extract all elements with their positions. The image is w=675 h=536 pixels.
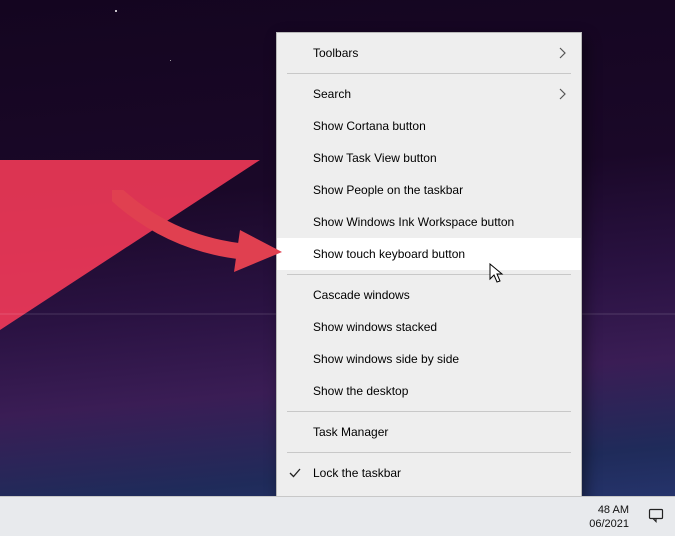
star-decoration	[115, 10, 117, 12]
action-center-icon[interactable]	[643, 507, 669, 526]
clock-time: 48 AM	[589, 503, 629, 517]
taskbar-clock[interactable]: 48 AM 06/2021	[583, 503, 635, 531]
menu-item-label: Show the desktop	[313, 384, 408, 398]
menu-item-ink-workspace[interactable]: Show Windows Ink Workspace button	[277, 206, 581, 238]
menu-item-cortana[interactable]: Show Cortana button	[277, 110, 581, 142]
chevron-right-icon	[559, 88, 567, 100]
chevron-right-icon	[559, 47, 567, 59]
desktop: Toolbars Search Show Cortana button Show…	[0, 0, 675, 536]
menu-item-label: Show Cortana button	[313, 119, 426, 133]
wallpaper-light-ray	[0, 160, 260, 330]
menu-item-side-by-side[interactable]: Show windows side by side	[277, 343, 581, 375]
star-decoration	[170, 60, 171, 61]
menu-item-people[interactable]: Show People on the taskbar	[277, 174, 581, 206]
menu-item-label: Show touch keyboard button	[313, 247, 465, 261]
menu-item-label: Toolbars	[313, 46, 358, 60]
menu-separator	[287, 274, 571, 275]
menu-item-label: Show Windows Ink Workspace button	[313, 215, 514, 229]
menu-item-lock-taskbar[interactable]: Lock the taskbar	[277, 457, 581, 489]
menu-separator	[287, 411, 571, 412]
menu-item-label: Show Task View button	[313, 151, 437, 165]
menu-item-task-manager[interactable]: Task Manager	[277, 416, 581, 448]
taskbar[interactable]: 48 AM 06/2021	[0, 496, 675, 536]
taskbar-context-menu: Toolbars Search Show Cortana button Show…	[276, 32, 582, 526]
menu-item-label: Show windows stacked	[313, 320, 437, 334]
menu-item-label: Cascade windows	[313, 288, 410, 302]
menu-item-stacked[interactable]: Show windows stacked	[277, 311, 581, 343]
menu-separator	[287, 73, 571, 74]
menu-item-toolbars[interactable]: Toolbars	[277, 37, 581, 69]
menu-item-label: Search	[313, 87, 351, 101]
menu-item-show-desktop[interactable]: Show the desktop	[277, 375, 581, 407]
system-tray: 48 AM 06/2021	[583, 497, 675, 536]
menu-item-label: Task Manager	[313, 425, 388, 439]
menu-item-label: Lock the taskbar	[313, 466, 401, 480]
checkmark-icon	[287, 465, 303, 481]
taskbar-left	[0, 497, 583, 536]
menu-item-cascade[interactable]: Cascade windows	[277, 279, 581, 311]
menu-item-label: Show windows side by side	[313, 352, 459, 366]
menu-item-search[interactable]: Search	[277, 78, 581, 110]
menu-item-touch-keyboard[interactable]: Show touch keyboard button	[277, 238, 581, 270]
menu-item-task-view[interactable]: Show Task View button	[277, 142, 581, 174]
menu-separator	[287, 452, 571, 453]
start-button[interactable]	[6, 497, 46, 536]
clock-date: 06/2021	[589, 517, 629, 531]
menu-item-label: Show People on the taskbar	[313, 183, 463, 197]
